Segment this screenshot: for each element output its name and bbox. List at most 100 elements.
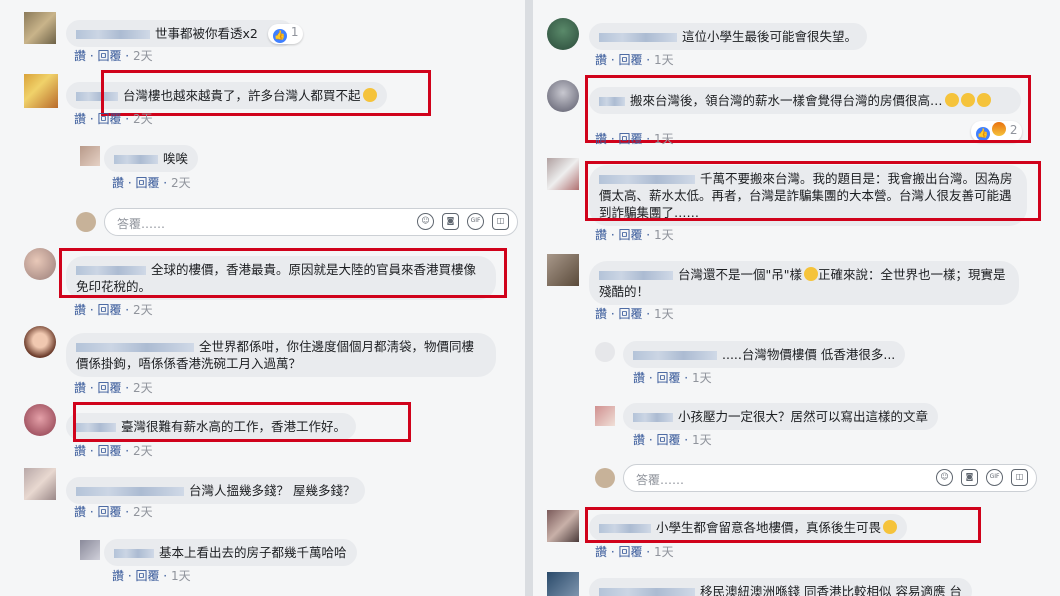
like-link[interactable]: 讚 (595, 132, 607, 146)
blurred-name[interactable] (599, 524, 651, 533)
comment-actions: 讚 · 回覆 · 1天 (595, 53, 674, 67)
avatar[interactable] (547, 158, 579, 190)
avatar[interactable] (24, 326, 56, 358)
avatar[interactable] (547, 80, 579, 112)
blurred-name[interactable] (76, 343, 194, 352)
angry-reaction-icon (992, 122, 1006, 136)
reply-input[interactable]: 答覆…… ☺ ◙ GIF ◫ (104, 208, 518, 236)
camera-icon[interactable]: ◙ (442, 213, 459, 230)
reply-link[interactable]: 回覆 (656, 433, 680, 447)
reply-link[interactable]: 回覆 (656, 371, 680, 385)
reply-link[interactable]: 回覆 (97, 505, 121, 519)
reply-link[interactable]: 回覆 (97, 112, 121, 126)
comment-actions: 讚 · 回覆 · 1天 (595, 132, 674, 146)
sticker-icon[interactable]: ◫ (1011, 469, 1028, 486)
like-link[interactable]: 讚 (595, 545, 607, 559)
reply-link[interactable]: 回覆 (135, 569, 159, 583)
avatar[interactable] (24, 404, 56, 436)
blurred-name[interactable] (114, 549, 154, 558)
sad-emoji-icon (804, 267, 818, 281)
avatar[interactable] (80, 540, 100, 560)
avatar[interactable] (24, 248, 56, 280)
timestamp: 1天 (691, 433, 712, 447)
avatar[interactable] (595, 468, 615, 488)
reply-link[interactable]: 回覆 (618, 228, 642, 242)
reply-link[interactable]: 回覆 (618, 53, 642, 67)
blurred-name[interactable] (76, 92, 118, 101)
reaction-count[interactable]: 👍 1 (268, 24, 304, 44)
avatar[interactable] (547, 254, 579, 286)
comment-text: 小孩壓力一定很大？居然可以寫出這樣的文章 (678, 409, 929, 424)
comment-actions: 讚 · 回覆 · 1天 (633, 371, 712, 385)
blurred-name[interactable] (599, 97, 625, 106)
like-link[interactable]: 讚 (74, 381, 86, 395)
reply-link[interactable]: 回覆 (135, 176, 159, 190)
comment-bubble: 全球的樓價，香港最貴。原因就是大陸的官員來香港買樓像免印花稅的。 (66, 256, 496, 300)
avatar[interactable] (24, 468, 56, 500)
reply-link[interactable]: 回覆 (618, 307, 642, 321)
like-link[interactable]: 讚 (595, 53, 607, 67)
reply-placeholder: 答覆…… (117, 217, 166, 231)
reply-link[interactable]: 回覆 (97, 381, 121, 395)
avatar[interactable] (595, 406, 615, 426)
like-link[interactable]: 讚 (595, 307, 607, 321)
reply-placeholder: 答覆…… (636, 473, 685, 487)
like-link[interactable]: 讚 (74, 112, 86, 126)
reply-input[interactable]: 答覆…… ☺ ◙ GIF ◫ (623, 464, 1037, 492)
right-comment-panel: 這位小學生最後可能會很失望。 讚 · 回覆 · 1天 搬來台灣後，領台灣的薪水一… (533, 0, 1060, 596)
sticker-icon[interactable]: ◫ (492, 213, 509, 230)
reply-link[interactable]: 回覆 (618, 132, 642, 146)
comment-bubble: 移民澳紐澳洲喺錢 同香港比較相似 容易適應 台 (589, 578, 972, 596)
sad-emoji-icon (944, 93, 959, 107)
gif-icon[interactable]: GIF (986, 469, 1003, 486)
blurred-name[interactable] (599, 33, 677, 42)
like-reaction-icon: 👍 (976, 127, 990, 141)
reply-link[interactable]: 回覆 (97, 444, 121, 458)
like-link[interactable]: 讚 (595, 228, 607, 242)
blurred-name[interactable] (633, 351, 717, 360)
blurred-name[interactable] (633, 413, 673, 422)
timestamp: 1天 (691, 371, 712, 385)
reply-bubble: 基本上看出去的房子都幾千萬哈哈 (104, 539, 357, 566)
gif-icon[interactable]: GIF (467, 213, 484, 230)
avatar[interactable] (24, 12, 56, 44)
emoji-icon[interactable]: ☺ (417, 213, 434, 230)
timestamp: 1天 (653, 307, 674, 321)
blurred-name[interactable] (599, 588, 695, 596)
comment-text: 唉唉 (163, 151, 189, 166)
blurred-name[interactable] (76, 423, 116, 432)
avatar[interactable] (80, 146, 100, 166)
reaction-count[interactable]: 👍 2 (971, 121, 1023, 142)
blurred-name[interactable] (599, 271, 673, 280)
blurred-name[interactable] (76, 30, 150, 39)
camera-icon[interactable]: ◙ (961, 469, 978, 486)
like-link[interactable]: 讚 (74, 49, 86, 63)
shocked-emoji-icon (883, 520, 898, 534)
like-link[interactable]: 讚 (74, 303, 86, 317)
avatar[interactable] (547, 510, 579, 542)
emoji-icon[interactable]: ☺ (936, 469, 953, 486)
like-link[interactable]: 讚 (74, 444, 86, 458)
like-link[interactable]: 讚 (74, 505, 86, 519)
avatar[interactable] (547, 18, 579, 50)
avatar[interactable] (24, 74, 58, 108)
comment-text: 搬來台灣後，領台灣的薪水一樣會覺得台灣的房價很高… (630, 93, 943, 108)
comment-text: 世事都被你看透x2 (155, 26, 258, 41)
avatar[interactable] (547, 572, 579, 596)
avatar[interactable] (76, 212, 96, 232)
comment-text: 移民澳紐澳洲喺錢 同香港比較相似 容易適應 台 (700, 584, 962, 596)
reply-link[interactable]: 回覆 (618, 545, 642, 559)
like-link[interactable]: 讚 (112, 569, 124, 583)
blurred-name[interactable] (76, 266, 146, 275)
reply-icons: ☺ ◙ GIF ◫ (417, 213, 509, 230)
blurred-name[interactable] (76, 487, 184, 496)
like-link[interactable]: 讚 (112, 176, 124, 190)
avatar[interactable] (595, 342, 615, 362)
like-link[interactable]: 讚 (633, 433, 645, 447)
reply-link[interactable]: 回覆 (97, 49, 121, 63)
blurred-name[interactable] (114, 155, 158, 164)
reply-link[interactable]: 回覆 (97, 303, 121, 317)
reply-icons: ☺ ◙ GIF ◫ (936, 469, 1028, 486)
blurred-name[interactable] (599, 175, 695, 184)
like-link[interactable]: 讚 (633, 371, 645, 385)
